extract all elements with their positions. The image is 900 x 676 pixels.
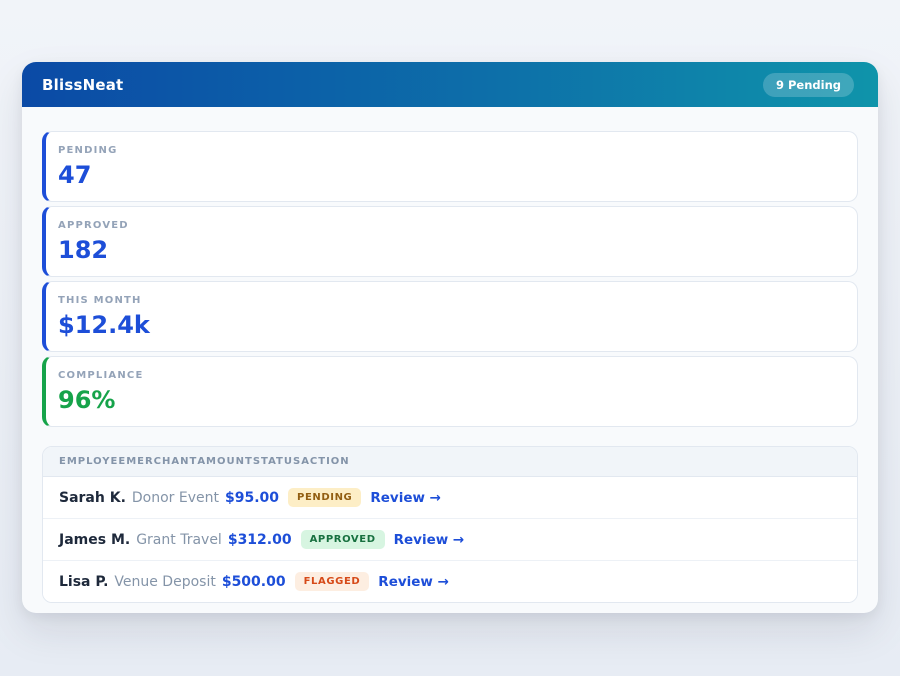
column-header-status: STATUS [253,456,301,467]
stat-label: COMPLIANCE [58,370,843,381]
stat-value: $12.4k [58,312,843,338]
column-header-merchant: MERCHANT [126,456,197,467]
amount-value: $95.00 [225,490,279,506]
employee-name: Sarah K. [59,490,126,506]
stat-value: 182 [58,237,843,263]
app-title: BlissNeat [42,76,123,94]
app-header: BlissNeat 9 Pending [22,62,878,107]
table-header-row: EMPLOYEEMERCHANTAMOUNTSTATUSACTION [43,447,857,477]
review-link[interactable]: Review → [370,490,441,506]
status-badge: PENDING [288,488,361,507]
status-badge: APPROVED [301,530,385,549]
employee-name: James M. [59,532,130,548]
column-header-action: ACTION [301,456,350,467]
status-badge: FLAGGED [295,572,370,591]
merchant-name: Grant Travel [136,532,222,548]
stat-label: PENDING [58,145,843,156]
app-card: BlissNeat 9 Pending PENDING 47 APPROVED … [22,62,878,613]
review-link[interactable]: Review → [378,574,449,590]
employee-name: Lisa P. [59,574,108,590]
pending-count-badge[interactable]: 9 Pending [763,73,854,97]
merchant-name: Venue Deposit [114,574,215,590]
stat-label: APPROVED [58,220,843,231]
stat-card-approved: APPROVED 182 [42,206,858,277]
stat-card-compliance: COMPLIANCE 96% [42,356,858,427]
table-row: James M. Grant Travel $312.00 APPROVED R… [43,519,857,561]
review-link[interactable]: Review → [394,532,465,548]
stat-value: 96% [58,387,843,413]
stats-list: PENDING 47 APPROVED 182 THIS MONTH $12.4… [42,131,858,427]
stat-label: THIS MONTH [58,295,843,306]
table-row: Lisa P. Venue Deposit $500.00 FLAGGED Re… [43,561,857,602]
merchant-name: Donor Event [132,490,219,506]
main-content: PENDING 47 APPROVED 182 THIS MONTH $12.4… [22,107,878,613]
table-row: Sarah K. Donor Event $95.00 PENDING Revi… [43,477,857,519]
column-header-employee: EMPLOYEE [59,456,126,467]
stat-card-pending: PENDING 47 [42,131,858,202]
stat-card-this-month: THIS MONTH $12.4k [42,281,858,352]
amount-value: $500.00 [222,574,286,590]
expense-table: EMPLOYEEMERCHANTAMOUNTSTATUSACTION Sarah… [42,446,858,603]
stat-value: 47 [58,162,843,188]
column-header-amount: AMOUNT [197,456,253,467]
amount-value: $312.00 [228,532,292,548]
